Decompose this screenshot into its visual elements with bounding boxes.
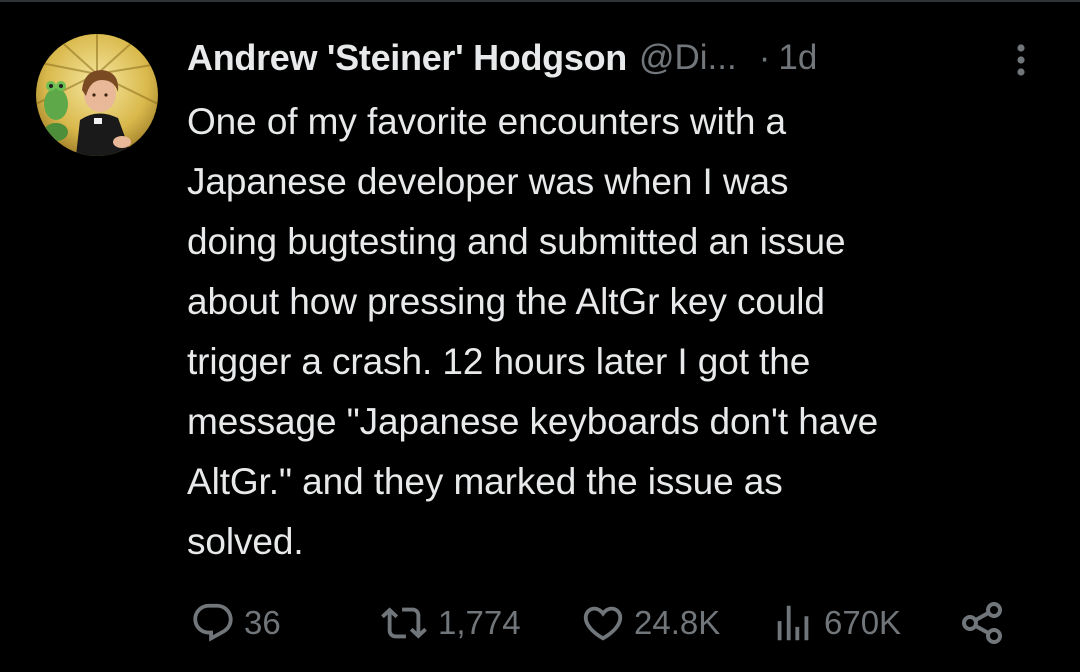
avatar[interactable]	[36, 34, 158, 156]
heart-icon	[583, 606, 623, 641]
tweet-header: Andrew 'Steiner' Hodgson @Di... · 1d	[187, 36, 1037, 80]
like-count: 24.8K	[634, 604, 721, 641]
reply-count: 36	[244, 604, 281, 641]
tweet-text: One of my favorite encounters with a Jap…	[187, 92, 1057, 572]
repost-count: 1,774	[438, 604, 521, 641]
views-button[interactable]: 670K	[770, 598, 901, 648]
tweet-text-line: Japanese developer was when I was	[187, 161, 789, 202]
more-vertical-icon	[1017, 44, 1025, 76]
action-bar: 36 1,774 24.8K 670K	[0, 598, 1080, 648]
reply-icon	[193, 603, 233, 642]
tweet-text-line: One of my favorite encounters with a	[187, 101, 786, 142]
share-button[interactable]	[958, 598, 1006, 648]
separator-dot: ·	[758, 38, 771, 77]
tweet-text-line: about how pressing the AltGr key could	[187, 281, 825, 322]
top-divider	[0, 0, 1080, 2]
views-icon	[777, 605, 809, 641]
avatar-image	[36, 34, 158, 156]
more-button[interactable]	[1004, 38, 1038, 82]
reply-button[interactable]: 36	[190, 598, 281, 648]
repost-button[interactable]: 1,774	[378, 598, 521, 648]
like-button[interactable]: 24.8K	[580, 598, 720, 648]
tweet-text-line: doing bugtesting and submitted an issue	[187, 221, 846, 262]
tweet-text-line: AltGr." and they marked the issue as	[187, 461, 783, 502]
tweet-text-line: message "Japanese keyboards don't have	[187, 401, 879, 442]
share-icon	[962, 602, 1002, 644]
author-display-name[interactable]: Andrew 'Steiner' Hodgson	[187, 37, 627, 79]
repost-icon	[381, 607, 427, 639]
tweet-text-line: trigger a crash. 12 hours later I got th…	[187, 341, 811, 382]
timestamp[interactable]: 1d	[778, 38, 817, 78]
tweet-text-line: solved.	[187, 521, 304, 562]
views-count: 670K	[824, 604, 902, 641]
author-handle[interactable]: @Di...	[639, 38, 737, 78]
